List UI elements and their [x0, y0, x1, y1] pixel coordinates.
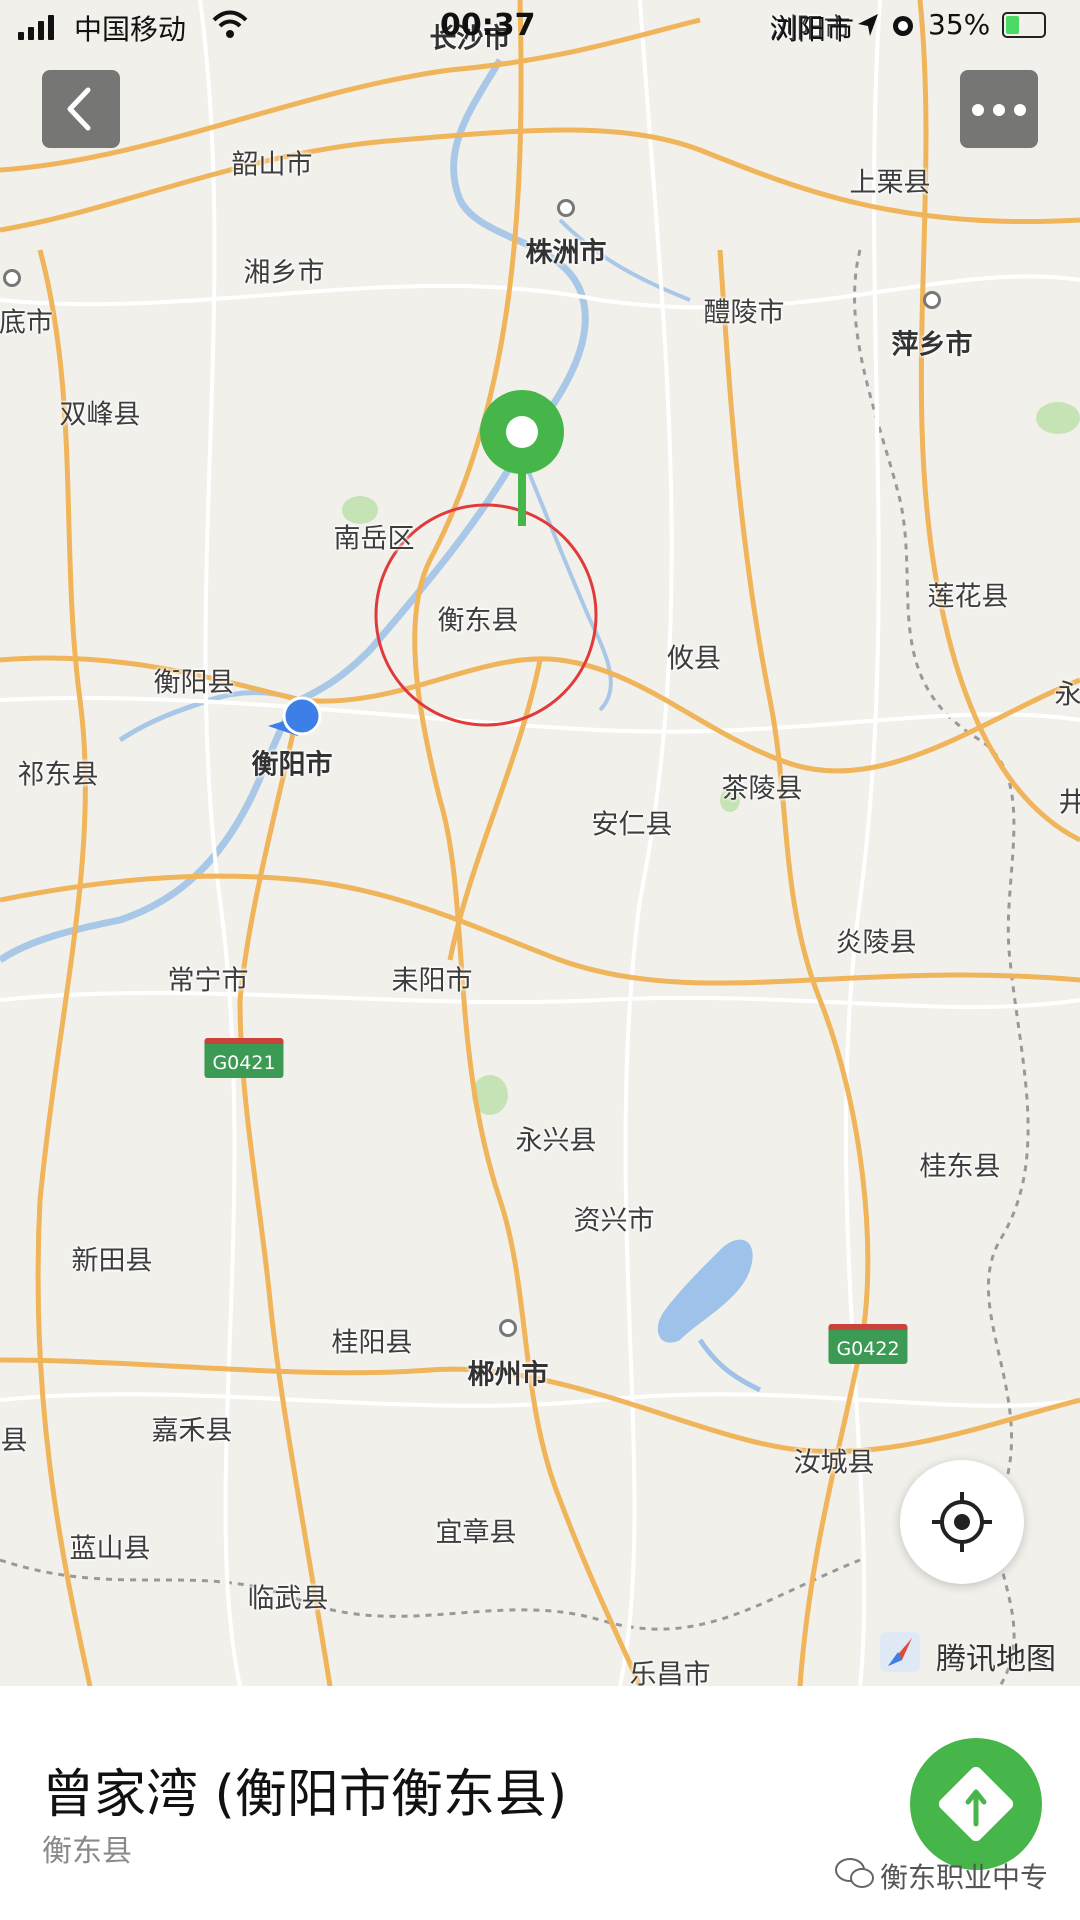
navigation-arrow-icon — [938, 1766, 1014, 1842]
chevron-left-icon — [67, 87, 91, 131]
clock: 00:37 — [440, 8, 536, 43]
highway-shield: G0421 — [204, 1038, 284, 1078]
map-view[interactable]: 长沙市 浏阳市 韶山市 上栗县 株洲市 湘乡市 底市 醴陵市 萍乡市 双峰县 南… — [0, 0, 1080, 1686]
place-label[interactable]: 汝城县 — [794, 1441, 875, 1480]
place-label[interactable]: 永 — [1055, 673, 1080, 712]
watermark-account: 衡东职业中专 — [880, 1861, 1049, 1894]
place-title: 曾家湾 (衡阳市衡东县) — [42, 1765, 568, 1825]
place-label[interactable]: 宜章县 — [436, 1511, 517, 1550]
destination-pin-icon[interactable] — [476, 386, 568, 530]
tencent-map-logo-icon — [880, 1632, 920, 1672]
place-label[interactable]: 韶山市 — [232, 143, 313, 182]
place-label[interactable]: 永兴县 — [516, 1119, 597, 1158]
highway-shield: G0422 — [828, 1324, 908, 1364]
signal-icon — [18, 14, 62, 40]
locate-button[interactable] — [900, 1460, 1024, 1584]
place-label[interactable]: 衡东县 — [438, 599, 519, 638]
status-bar: 中国移动 00:37 浏阳市 35% — [0, 0, 1080, 56]
wechat-icon — [835, 1858, 874, 1888]
battery-icon — [1002, 12, 1046, 38]
place-label[interactable]: 株洲市 — [526, 231, 607, 270]
place-card[interactable]: 曾家湾 (衡阳市衡东县) 衡东县 衡东职业中专 — [0, 1686, 1080, 1920]
place-label[interactable]: 资兴市 — [574, 1199, 655, 1238]
location-status: 浏阳市 — [770, 13, 855, 46]
navigate-button[interactable] — [910, 1738, 1042, 1870]
city-dot — [499, 1319, 517, 1337]
place-label[interactable]: 临武县 — [248, 1577, 329, 1616]
place-label[interactable]: 郴州市 — [468, 1353, 549, 1392]
carrier-label: 中国移动 — [74, 13, 187, 46]
place-label[interactable]: 衡阳县 — [154, 661, 235, 700]
place-label[interactable]: 湘乡市 — [244, 251, 325, 290]
place-subtitle: 衡东县 — [42, 1834, 132, 1869]
map-provider-label: 腾讯地图 — [936, 1642, 1056, 1677]
place-label[interactable]: 双峰县 — [60, 393, 141, 432]
place-label[interactable]: 井 — [1059, 781, 1080, 820]
place-label[interactable]: 莲花县 — [928, 575, 1009, 614]
place-label[interactable]: 醴陵市 — [704, 291, 785, 330]
location-arrow-icon — [858, 14, 878, 36]
place-label[interactable]: 桂阳县 — [332, 1321, 413, 1360]
place-label[interactable]: 县 — [1, 1419, 28, 1458]
battery-percent: 35% — [928, 8, 991, 41]
place-label[interactable]: 底市 — [0, 301, 53, 340]
place-label[interactable]: 衡阳市 — [252, 743, 333, 782]
place-label[interactable]: 萍乡市 — [892, 323, 973, 362]
place-label[interactable]: 蓝山县 — [70, 1527, 151, 1566]
place-label[interactable]: 常宁市 — [168, 959, 249, 998]
crosshair-icon — [932, 1492, 992, 1552]
back-button[interactable] — [42, 70, 120, 148]
place-label[interactable]: 新田县 — [72, 1239, 153, 1278]
place-label[interactable]: 攸县 — [667, 637, 721, 676]
place-label[interactable]: 炎陵县 — [836, 921, 917, 960]
city-dot — [923, 291, 941, 309]
place-label[interactable]: 耒阳市 — [392, 959, 473, 998]
place-label[interactable]: 桂东县 — [920, 1145, 1001, 1184]
place-label[interactable]: 南岳区 — [334, 517, 415, 556]
city-dot — [3, 269, 21, 287]
place-label[interactable]: 上栗县 — [850, 161, 931, 200]
place-label[interactable]: 嘉禾县 — [152, 1409, 233, 1448]
place-label[interactable]: 祁东县 — [18, 753, 99, 792]
city-dot — [557, 199, 575, 217]
wifi-icon — [212, 10, 248, 38]
more-button[interactable] — [960, 70, 1038, 148]
place-label[interactable]: 乐昌市 — [630, 1653, 711, 1687]
alarm-icon — [893, 16, 913, 36]
place-label[interactable]: 安仁县 — [592, 803, 673, 842]
place-label[interactable]: 茶陵县 — [722, 767, 803, 806]
